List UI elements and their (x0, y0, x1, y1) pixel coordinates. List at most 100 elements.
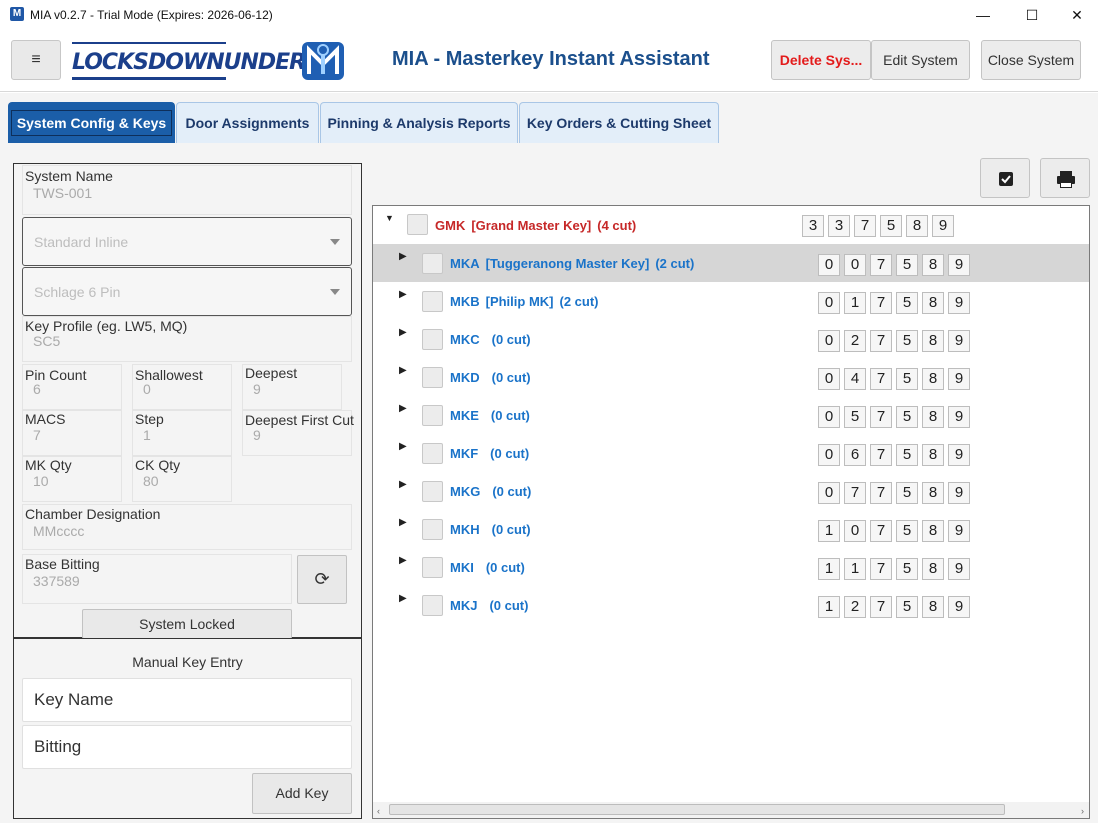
chamber-designation-field[interactable]: Chamber Designation MMcccc (22, 504, 352, 550)
key-checkbox[interactable] (422, 405, 443, 426)
deepest-first-cut-value: 9 (253, 427, 261, 443)
pin-cell: 7 (870, 292, 892, 314)
delete-system-button[interactable]: Delete Sys... (771, 40, 871, 80)
tree-row[interactable]: ▶ MKE (0 cut) 0 5 7 5 8 9 (373, 396, 1089, 434)
pin-cell: 4 (844, 368, 866, 390)
cylinder-select[interactable]: Schlage 6 Pin (22, 267, 352, 316)
key-code: MKH (450, 522, 480, 537)
tree-row[interactable]: ▶ MKJ (0 cut) 1 2 7 5 8 9 (373, 586, 1089, 624)
key-code: MKJ (450, 598, 478, 613)
base-bitting-field[interactable]: Base Bitting 337589 (22, 554, 292, 604)
key-checkbox[interactable] (407, 214, 428, 235)
edit-system-button[interactable]: Edit System (871, 40, 970, 80)
deepest-field[interactable]: Deepest 9 (242, 364, 342, 410)
child-key-label: MKB [Philip MK] (2 cut) (450, 294, 605, 309)
pin-cell: 9 (948, 444, 970, 466)
tree-row[interactable]: ▶ MKI (0 cut) 1 1 7 5 8 9 (373, 548, 1089, 586)
key-count: (0 cut) (490, 408, 530, 423)
key-count: (0 cut) (492, 484, 532, 499)
key-name-input[interactable]: Key Name (22, 678, 352, 722)
bitting-pins: 007589 (818, 254, 974, 276)
keyway-type-select[interactable]: Standard Inline (22, 217, 352, 266)
key-checkbox[interactable] (422, 557, 443, 578)
print-button[interactable] (1040, 158, 1090, 198)
refresh-icon[interactable]: ⟳ (297, 555, 347, 604)
pin-cell: 7 (844, 482, 866, 504)
key-checkbox[interactable] (422, 519, 443, 540)
expand-right-icon[interactable]: ▶ (399, 403, 407, 414)
key-checkbox[interactable] (422, 595, 443, 616)
system-name-value: TWS-001 (33, 185, 93, 201)
pin-count-value: 6 (33, 381, 41, 397)
select-all-button[interactable] (980, 158, 1030, 198)
maximize-button[interactable]: ☐ (1009, 0, 1055, 30)
key-profile-value: SC5 (33, 333, 61, 349)
key-profile-label: Key Profile (eg. LW5, MQ) (25, 318, 188, 334)
step-field[interactable]: Step 1 (132, 410, 232, 456)
app-header: ≡ LOCKSDOWNUNDER MIA - Masterkey Instant… (0, 30, 1098, 92)
tab-door-assignments[interactable]: Door Assignments (176, 102, 319, 143)
system-locked-button[interactable]: System Locked (82, 609, 292, 639)
key-count: (0 cut) (491, 522, 531, 537)
tab-pinning-reports[interactable]: Pinning & Analysis Reports (320, 102, 518, 143)
tree-row[interactable]: ▶ MKF (0 cut) 0 6 7 5 8 9 (373, 434, 1089, 472)
step-value: 1 (143, 427, 151, 443)
system-name-label: System Name (25, 168, 113, 184)
expand-right-icon[interactable]: ▶ (399, 479, 407, 490)
horizontal-scrollbar[interactable]: ‹ › (373, 802, 1089, 818)
menu-icon[interactable]: ≡ (11, 40, 61, 80)
expand-right-icon[interactable]: ▶ (399, 289, 407, 300)
key-checkbox[interactable] (422, 481, 443, 502)
bitting-pins: 127589 (818, 596, 974, 618)
close-window-button[interactable]: ✕ (1054, 0, 1098, 30)
expand-right-icon[interactable]: ▶ (399, 441, 407, 452)
ck-qty-value: 80 (143, 473, 159, 489)
scrollbar-thumb[interactable] (389, 804, 1005, 815)
child-key-label: MKE (0 cut) (450, 408, 536, 423)
tree-row[interactable]: ▶ MKA [Tuggeranong Master Key] (2 cut) 0 0 7 5 8… (373, 244, 1089, 282)
minimize-button[interactable]: — (960, 0, 1006, 30)
key-checkbox[interactable] (422, 329, 443, 350)
pin-count-field[interactable]: Pin Count 6 (22, 364, 122, 410)
scroll-left-icon[interactable]: ‹ (377, 806, 380, 816)
tab-key-orders[interactable]: Key Orders & Cutting Sheet (519, 102, 719, 143)
ck-qty-field[interactable]: CK Qty 80 (132, 456, 232, 502)
expand-right-icon[interactable]: ▶ (399, 593, 407, 604)
pin-cell: 5 (844, 406, 866, 428)
expand-right-icon[interactable]: ▶ (399, 365, 407, 376)
mk-qty-value: 10 (33, 473, 49, 489)
key-checkbox[interactable] (422, 367, 443, 388)
close-system-button[interactable]: Close System (981, 40, 1081, 80)
system-name-field[interactable]: System Name TWS-001 (22, 165, 352, 215)
key-tree[interactable]: ▼ GMK [Grand Master Key] (4 cut) 3 3 7 5 8 9 ▶ MKA[… (372, 205, 1090, 819)
tree-row[interactable]: ▶ MKB [Philip MK] (2 cut) 0 1 7 5 8 9 (373, 282, 1089, 320)
tree-row[interactable]: ▶ MKG (0 cut) 0 7 7 5 8 9 (373, 472, 1089, 510)
scroll-right-icon[interactable]: › (1081, 806, 1084, 816)
pin-cell: 7 (870, 444, 892, 466)
window-title: MIA v0.2.7 - Trial Mode (Expires: 2026-0… (30, 8, 273, 22)
pin-cell: 8 (922, 368, 944, 390)
expand-right-icon[interactable]: ▶ (399, 251, 407, 262)
shallowest-field[interactable]: Shallowest 0 (132, 364, 232, 410)
expand-right-icon[interactable]: ▶ (399, 555, 407, 566)
tree-row[interactable]: ▶ MKD (0 cut) 0 4 7 5 8 9 (373, 358, 1089, 396)
tab-system-config[interactable]: System Config & Keys (8, 102, 175, 143)
expand-right-icon[interactable]: ▶ (399, 517, 407, 528)
key-checkbox[interactable] (422, 291, 443, 312)
tree-row[interactable]: ▶ MKH (0 cut) 1 0 7 5 8 9 (373, 510, 1089, 548)
bitting-input[interactable]: Bitting (22, 725, 352, 769)
key-checkbox[interactable] (422, 253, 443, 274)
key-checkbox[interactable] (422, 443, 443, 464)
pin-cell: 9 (932, 215, 954, 237)
deepest-first-cut-field[interactable]: Deepest First Cut 9 (242, 410, 354, 456)
key-profile-field[interactable]: Key Profile (eg. LW5, MQ) SC5 (22, 316, 352, 362)
tree-row-root[interactable]: ▼ GMK [Grand Master Key] (4 cut) 3 3 7 5 8 9 (373, 206, 1089, 244)
add-key-button[interactable]: Add Key (252, 773, 352, 814)
pin-cell: 9 (948, 330, 970, 352)
mk-qty-field[interactable]: MK Qty 10 (22, 456, 122, 502)
macs-field[interactable]: MACS 7 (22, 410, 122, 456)
pin-cell: 5 (896, 444, 918, 466)
tree-row[interactable]: ▶ MKC (0 cut) 0 2 7 5 8 9 (373, 320, 1089, 358)
expand-down-icon[interactable]: ▼ (385, 213, 394, 223)
expand-right-icon[interactable]: ▶ (399, 327, 407, 338)
